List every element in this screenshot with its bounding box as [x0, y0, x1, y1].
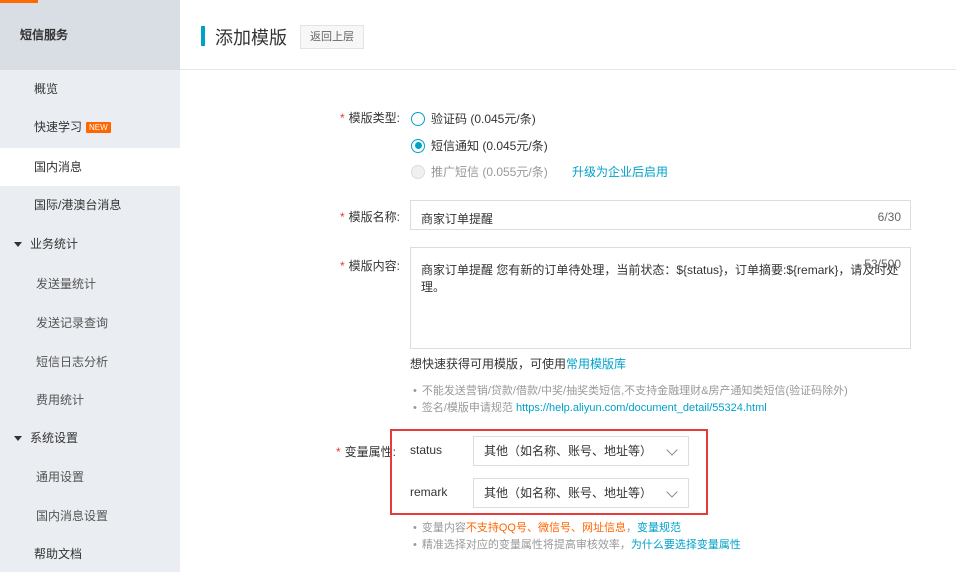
sidebar-item-label: 国际/港澳台消息 — [34, 198, 122, 212]
template-library-link[interactable]: 常用模版库 — [566, 357, 626, 371]
chevron-down-icon — [666, 444, 678, 456]
radio-label: 推广短信 (0.055元/条) — [431, 165, 548, 179]
rule-item: • 不能发送营销/贷款/借款/中奖/抽奖类短信,不支持金融理财&房产通知类短信(验… — [413, 383, 913, 400]
template-name-value: 商家订单提醒 — [421, 212, 494, 226]
rules-list: • 不能发送营销/贷款/借款/中奖/抽奖类短信,不支持金融理财&房产通知类短信(验… — [413, 383, 913, 417]
bullet-icon: • — [413, 522, 417, 534]
brand-accent-bar — [0, 0, 38, 3]
radio-checked-icon — [411, 138, 425, 153]
caret-down-icon — [14, 242, 22, 248]
sidebar-item-label: 帮助文档 — [34, 547, 83, 561]
template-name-input[interactable]: 商家订单提醒 6/30 — [410, 200, 911, 230]
new-badge: NEW — [86, 122, 111, 134]
sidebar-item-send-records[interactable]: 发送记录查询 — [0, 304, 180, 342]
note-warning-text: 不支持QQ号、微信号、网址信息 — [465, 522, 626, 534]
required-mark: * — [339, 210, 345, 224]
sidebar-item-sms-log[interactable]: 短信日志分析 — [0, 343, 180, 381]
variable-label-text: 变量属性: — [344, 445, 396, 459]
radio-promotion[interactable]: 推广短信 (0.055元/条) — [411, 163, 548, 180]
page-title: 添加模版 — [215, 28, 287, 48]
rule-text: 签名/模版申请规范 — [421, 402, 513, 414]
bullet-icon: • — [413, 402, 417, 414]
hint-text: 想快速获得可用模版，可使用 — [410, 357, 567, 371]
sidebar-item-domestic-settings[interactable]: 国内消息设置 — [0, 497, 180, 535]
page-header — [180, 0, 956, 70]
sidebar-group-business-stats[interactable]: 业务统计 — [0, 225, 180, 263]
required-mark: * — [339, 111, 345, 125]
template-content-textarea[interactable]: 商家订单提醒 您有新的订单待处理，当前状态：${status}，订单摘要:${r… — [410, 247, 911, 349]
rule-text: 不能发送营销/贷款/借款/中奖/抽奖类短信,不支持金融理财&房产通知类短信(验证… — [421, 385, 848, 397]
variable-name-status: status — [410, 443, 443, 457]
sidebar-item-label: 快速学习 — [34, 120, 83, 134]
select-value: 其他（如名称、账号、地址等） — [484, 444, 653, 458]
sidebar-group-label: 系统设置 — [30, 431, 79, 445]
sidebar-item-help-docs[interactable]: 帮助文档 — [0, 535, 180, 573]
variable-type-select-remark[interactable]: 其他（如名称、账号、地址等） — [473, 478, 689, 508]
variable-rules-link[interactable]: 变量规范 — [637, 522, 681, 534]
variable-notes: • 变量内容不支持QQ号、微信号、网址信息，变量规范 • 精准选择对应的变量属性将提… — [413, 520, 933, 554]
upgrade-link[interactable]: 升级为企业后启用 — [572, 163, 668, 180]
chevron-down-icon — [666, 486, 678, 498]
radio-notification[interactable]: 短信通知 (0.045元/条) — [411, 137, 548, 154]
sidebar-item-label: 概览 — [34, 82, 59, 96]
content-label-text: 模版内容: — [348, 259, 400, 273]
note-separator: ， — [625, 522, 637, 534]
sidebar-group-label: 业务统计 — [30, 237, 79, 251]
sidebar-item-intl[interactable]: 国际/港澳台消息 — [0, 186, 180, 224]
required-mark: * — [335, 445, 341, 459]
note-text: 精准选择对应的变量属性将提高审核效率， — [421, 539, 631, 551]
rule-doc-link[interactable]: https://help.aliyun.com/document_detail/… — [516, 402, 767, 414]
sidebar-item-send-stats[interactable]: 发送量统计 — [0, 265, 180, 303]
sidebar-item-general-settings[interactable]: 通用设置 — [0, 458, 180, 496]
variable-label: * 变量属性: — [318, 443, 396, 460]
template-library-hint: 想快速获得可用模版，可使用常用模版库 — [410, 355, 626, 372]
name-label-text: 模版名称: — [348, 210, 400, 224]
required-mark: * — [339, 259, 345, 273]
type-label-text: 模版类型: — [348, 111, 400, 125]
bullet-icon: • — [413, 385, 417, 397]
back-button[interactable]: 返回上层 — [300, 25, 364, 49]
sidebar-item-label: 发送记录查询 — [36, 316, 109, 330]
radio-label: 验证码 (0.045元/条) — [431, 112, 536, 126]
template-content-value: 商家订单提醒 您有新的订单待处理，当前状态：${status}，订单摘要:${r… — [421, 263, 899, 294]
why-variable-link[interactable]: 为什么要选择变量属性 — [631, 539, 741, 551]
sidebar-item-domestic[interactable]: 国内消息 — [0, 148, 180, 186]
sidebar-item-label: 短信日志分析 — [36, 355, 109, 369]
sidebar-item-quick-learn[interactable]: 快速学习 NEW — [0, 108, 180, 146]
radio-circle-icon — [411, 111, 425, 126]
sidebar-item-cost-stats[interactable]: 费用统计 — [0, 381, 180, 419]
sidebar-item-label: 发送量统计 — [36, 277, 97, 291]
note-text: 变量内容 — [421, 522, 466, 534]
radio-verify-code[interactable]: 验证码 (0.045元/条) — [411, 110, 536, 127]
select-value: 其他（如名称、账号、地址等） — [484, 486, 653, 500]
variable-note: • 精准选择对应的变量属性将提高审核效率，为什么要选择变量属性 — [413, 537, 933, 554]
name-char-counter: 6/30 — [877, 210, 901, 224]
sidebar-item-label: 国内消息设置 — [36, 509, 109, 523]
title-accent-bar — [201, 26, 205, 46]
sidebar-item-overview[interactable]: 概览 — [0, 70, 180, 108]
sidebar-item-label: 通用设置 — [36, 470, 85, 484]
sidebar-item-label: 国内消息 — [34, 160, 83, 174]
sidebar-header: 短信服务 — [0, 0, 180, 70]
sidebar: 短信服务 概览 快速学习 NEW 国内消息 国际/港澳台消息 业务统计 发送量统计… — [0, 0, 180, 572]
sidebar-group-system-settings[interactable]: 系统设置 — [0, 419, 180, 457]
bullet-icon: • — [413, 539, 417, 551]
content-char-counter: 53/500 — [864, 257, 901, 271]
rule-item: • 签名/模版申请规范 https://help.aliyun.com/docum… — [413, 400, 913, 417]
type-label: * 模版类型: — [320, 109, 400, 126]
variable-name-remark: remark — [410, 485, 448, 499]
caret-down-icon — [14, 436, 22, 442]
content-label: * 模版内容: — [320, 257, 400, 274]
radio-circle-icon — [411, 164, 425, 179]
name-label: * 模版名称: — [320, 208, 400, 225]
variable-note: • 变量内容不支持QQ号、微信号、网址信息，变量规范 — [413, 520, 933, 537]
sidebar-item-label: 费用统计 — [36, 393, 85, 407]
variable-type-select-status[interactable]: 其他（如名称、账号、地址等） — [473, 436, 689, 466]
radio-label: 短信通知 (0.045元/条) — [431, 139, 548, 153]
